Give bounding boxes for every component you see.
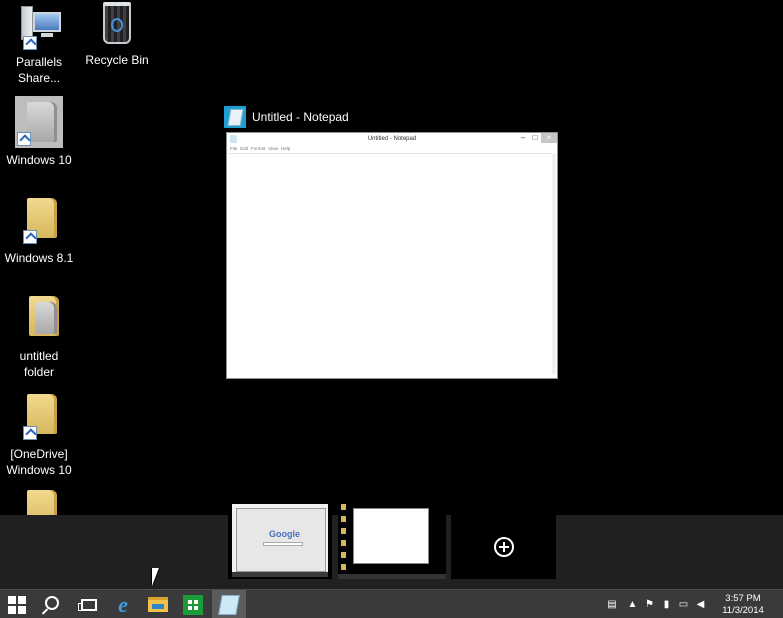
google-logo-text: Google	[269, 529, 300, 539]
virtual-desktop-1-thumbnail[interactable]: Google	[228, 500, 332, 579]
desktop-icon-windows-10[interactable]: Windows 10	[3, 96, 75, 168]
menu-format: Format	[251, 146, 266, 151]
new-desktop-button[interactable]	[451, 515, 556, 579]
plus-circle-icon	[493, 537, 514, 557]
folder-shortcut-icon	[15, 194, 63, 246]
start-button[interactable]	[0, 590, 34, 618]
store-icon	[183, 594, 203, 615]
desktop-icon-untitled-folder[interactable]: untitled folder	[3, 292, 75, 380]
notepad-titlebar-text: Untitled - Notepad	[367, 136, 417, 142]
notepad-window-mini	[353, 508, 429, 564]
file-explorer-button[interactable]	[141, 590, 175, 618]
notifications-icon[interactable]: ▤	[600, 590, 624, 618]
notepad-button[interactable]	[212, 590, 246, 618]
menu-file: File	[230, 146, 238, 151]
search-button[interactable]	[36, 590, 70, 618]
clock-time: 3:57 PM	[725, 592, 761, 604]
network-icon[interactable]: ▭	[675, 590, 692, 618]
notepad-text-area	[228, 153, 556, 377]
menu-edit: Edit	[240, 146, 249, 151]
desktop-icon-partial-folder[interactable]	[3, 488, 75, 515]
notepad-menu-bar: File Edit Format View Help	[227, 145, 557, 153]
minimize-icon: –	[520, 133, 526, 142]
browser-window-thumbnail: Google	[236, 508, 326, 572]
desktop-icon-label: Recycle Bin	[85, 53, 149, 67]
internet-explorer-button[interactable]: e	[106, 590, 140, 618]
notepad-mini-icon	[230, 135, 237, 143]
google-search-box	[263, 542, 303, 546]
desktop-icon-label: Windows 10	[6, 153, 72, 167]
task-view-icon	[78, 598, 97, 611]
folder-icon	[15, 488, 63, 515]
notepad-icon	[224, 106, 246, 128]
desktop-icon-onedrive-windows-10[interactable]: [OneDrive] Windows 10	[3, 390, 75, 478]
folder-icon	[15, 292, 63, 344]
folder-shortcut-icon	[15, 390, 63, 442]
clock-date: 11/3/2014	[722, 604, 764, 616]
search-icon	[45, 595, 59, 610]
notepad-icon	[218, 594, 240, 615]
close-icon[interactable]: ×	[541, 133, 557, 143]
mouse-pointer-icon	[152, 568, 166, 586]
desktop-icon-parallels-share[interactable]: Parallels Share...	[3, 2, 75, 86]
store-button[interactable]	[176, 590, 210, 618]
notepad-scrollbar	[552, 153, 556, 374]
notepad-window-thumbnail[interactable]: Untitled - Notepad – □ × File Edit Forma…	[226, 132, 558, 379]
internet-explorer-icon: e	[118, 591, 128, 617]
window-preview-title[interactable]: Untitled - Notepad	[224, 105, 349, 129]
menu-view: View	[268, 146, 278, 151]
window-preview-title-text: Untitled - Notepad	[252, 110, 349, 124]
desktop-icon-label: Parallels Share...	[15, 55, 63, 85]
action-center-flag-icon[interactable]: ⚑	[641, 590, 658, 618]
task-view-button[interactable]	[72, 590, 106, 618]
clock[interactable]: 3:57 PM 11/3/2014	[713, 593, 773, 617]
maximize-icon: □	[532, 133, 538, 142]
windows-logo-icon	[8, 595, 26, 614]
desktop-icon-label: untitled folder	[19, 349, 59, 379]
folder-shortcut-icon	[15, 96, 63, 148]
system-tray: ▤ ▲ ⚑ ▮ ▭ ◀ 3:57 PM 11/3/2014	[600, 590, 783, 618]
notepad-titlebar: Untitled - Notepad – □ ×	[227, 133, 557, 145]
desktop-icon-label: [OneDrive] Windows 10	[6, 447, 72, 477]
show-hidden-icons-icon[interactable]: ▲	[624, 590, 641, 618]
desktop-icon-recycle-bin[interactable]: Recycle Bin	[81, 0, 153, 68]
file-explorer-icon	[148, 597, 168, 612]
recycle-bin-icon	[93, 0, 141, 48]
taskbar: e ▤ ▲ ⚑ ▮ ▭ ◀ 3:57 PM 11/3/2014	[0, 589, 783, 618]
parallels-share-icon	[15, 2, 63, 50]
volume-icon[interactable]: ◀	[692, 590, 709, 618]
power-icon[interactable]: ▮	[658, 590, 675, 618]
desktop-icon-windows-8-1[interactable]: Windows 8.1	[3, 194, 75, 266]
menu-help: Help	[280, 146, 291, 151]
desktop-icon-label: Windows 8.1	[4, 251, 74, 265]
virtual-desktop-2-thumbnail[interactable]	[338, 500, 446, 579]
